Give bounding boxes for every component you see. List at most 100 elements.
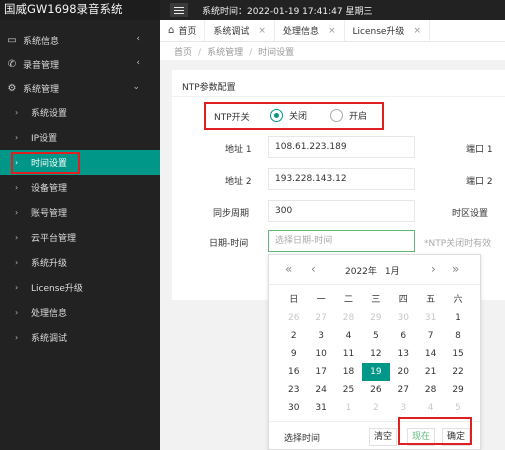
calendar-day[interactable]: 2 [362, 399, 389, 417]
calendar-day[interactable]: 7 [417, 327, 444, 345]
calendar-day[interactable]: 13 [390, 345, 417, 363]
gear-icon: ⚙ [7, 82, 17, 94]
weekday-label: 日 [289, 295, 299, 305]
address1-input[interactable]: 108.61.223.189 [268, 136, 415, 158]
calendar-day[interactable]: 23 [280, 381, 307, 399]
calendar-day[interactable]: 18 [335, 363, 362, 381]
breadcrumb-system-management[interactable]: 系统管理 [207, 48, 243, 58]
calendar-day[interactable]: 1 [335, 399, 362, 417]
calendar-day[interactable]: 27 [390, 381, 417, 399]
year-select[interactable]: 2022年 [345, 267, 377, 277]
calendar-day[interactable]: 10 [307, 345, 334, 363]
tab-label: 首页 [178, 27, 197, 37]
month-select[interactable]: 1月 [385, 267, 400, 277]
calendar-day[interactable]: 2 [280, 327, 307, 345]
ntp-switch-label: NTP开关 [214, 113, 250, 123]
next-year-icon[interactable]: » [452, 262, 459, 276]
tab-license-upgrade[interactable]: License升级 × [345, 20, 430, 41]
calendar-day[interactable]: 11 [335, 345, 362, 363]
prev-month-icon[interactable]: ‹ [311, 262, 316, 276]
datetime-label: 日期-时间 [209, 239, 249, 249]
sidebar-item-ip-settings[interactable]: › IP设置 [0, 125, 160, 150]
calendar-day[interactable]: 29 [444, 381, 471, 399]
tab-home[interactable]: ⌂ 首页 [160, 20, 206, 41]
sidebar-item-system-upgrade[interactable]: › 系统升级 [0, 250, 160, 275]
sync-period-input[interactable]: 300 [268, 200, 415, 222]
calendar-day[interactable]: 6 [390, 327, 417, 345]
chevron-right-icon: › [15, 208, 19, 217]
tab-system-debug[interactable]: 系统调试 × [205, 20, 275, 41]
weekday-label: 三 [371, 295, 381, 305]
sidebar-item-cloud-platform[interactable]: › 云平台管理 [0, 225, 160, 250]
calendar-day[interactable]: 22 [444, 363, 471, 381]
sidebar-item-license-upgrade[interactable]: › License升级 [0, 275, 160, 300]
chevron-right-icon: › [15, 258, 19, 267]
calendar-day[interactable]: 4 [417, 399, 444, 417]
close-icon[interactable]: × [258, 26, 266, 36]
calendar-day[interactable]: 28 [335, 309, 362, 327]
calendar-day-selected[interactable]: 19 [362, 363, 390, 381]
sidebar-item-system-debug[interactable]: › 系统调试 [0, 325, 160, 350]
top-bar: 系统时间：2022-01-19 17:41:47 星期三 [160, 0, 505, 20]
calendar-day[interactable]: 17 [307, 363, 334, 381]
calendar-day[interactable]: 12 [362, 345, 389, 363]
calendar-day[interactable]: 31 [307, 399, 334, 417]
clear-button[interactable]: 清空 [369, 428, 398, 446]
radio-label: 开启 [349, 112, 368, 122]
sidebar-item-label: IP设置 [31, 134, 58, 144]
divider [172, 96, 505, 97]
calendar-day[interactable]: 26 [362, 381, 389, 399]
calendar-day[interactable]: 29 [362, 309, 389, 327]
sidebar-item-account-management[interactable]: › 账号管理 [0, 200, 160, 225]
datetime-input[interactable]: 选择日期-时间 [268, 230, 415, 252]
next-month-icon[interactable]: › [431, 262, 436, 276]
calendar-week-row: 30 31 1 2 3 4 5 [280, 399, 472, 417]
menu-group-system-management[interactable]: ⚙ 系统管理 ⌄ [0, 76, 160, 100]
calendar-day[interactable]: 4 [335, 327, 362, 345]
calendar-day[interactable]: 16 [280, 363, 307, 381]
menu-group-system-info[interactable]: ▭ 系统信息 ‹ [0, 28, 160, 52]
calendar-day[interactable]: 3 [307, 327, 334, 345]
tab-process-info[interactable]: 处理信息 × [275, 20, 345, 41]
radio-unchecked-icon [330, 109, 343, 122]
calendar-day[interactable]: 21 [417, 363, 444, 381]
address2-input[interactable]: 193.228.143.12 [268, 168, 415, 190]
calendar-day[interactable]: 30 [390, 309, 417, 327]
calendar-day[interactable]: 25 [335, 381, 362, 399]
section-title: NTP参数配置 [182, 83, 236, 93]
breadcrumb-home[interactable]: 首页 [174, 48, 192, 58]
system-time: 系统时间：2022-01-19 17:41:47 星期三 [202, 6, 373, 17]
close-icon[interactable]: × [328, 26, 336, 36]
select-time-link[interactable]: 选择时间 [284, 431, 320, 444]
chevron-right-icon: › [15, 183, 19, 192]
menu-group-recording[interactable]: ✆ 录音管理 ‹ [0, 52, 160, 76]
calendar-day[interactable]: 28 [417, 381, 444, 399]
calendar-day[interactable]: 5 [362, 327, 389, 345]
sidebar-item-time-settings[interactable]: › 时间设置 [0, 150, 160, 175]
prev-year-icon[interactable]: « [285, 262, 292, 276]
radio-on[interactable]: 开启 [330, 109, 367, 122]
calendar-day[interactable]: 15 [444, 345, 471, 363]
sidebar-item-device-management[interactable]: › 设备管理 [0, 175, 160, 200]
calendar-day[interactable]: 14 [417, 345, 444, 363]
radio-off[interactable]: 关闭 [270, 109, 307, 122]
calendar-day[interactable]: 8 [444, 327, 471, 345]
calendar-day[interactable]: 24 [307, 381, 334, 399]
breadcrumb-current: 时间设置 [258, 48, 295, 58]
sidebar-item-system-settings[interactable]: › 系统设置 [0, 100, 160, 125]
calendar-day[interactable]: 30 [280, 399, 307, 417]
calendar-day[interactable]: 9 [280, 345, 307, 363]
sidebar-item-process-info[interactable]: › 处理信息 [0, 300, 160, 325]
highlight-box [398, 417, 472, 445]
calendar-day[interactable]: 26 [280, 309, 307, 327]
menu-toggle-icon[interactable] [170, 3, 188, 17]
calendar-day[interactable]: 31 [417, 309, 444, 327]
calendar-day[interactable]: 20 [390, 363, 417, 381]
chevron-right-icon: › [15, 108, 19, 117]
sidebar-item-label: 云平台管理 [31, 234, 77, 244]
close-icon[interactable]: × [413, 26, 421, 36]
calendar-day[interactable]: 3 [390, 399, 417, 417]
calendar-day[interactable]: 1 [444, 309, 471, 327]
calendar-day[interactable]: 27 [307, 309, 334, 327]
calendar-day[interactable]: 5 [444, 399, 471, 417]
